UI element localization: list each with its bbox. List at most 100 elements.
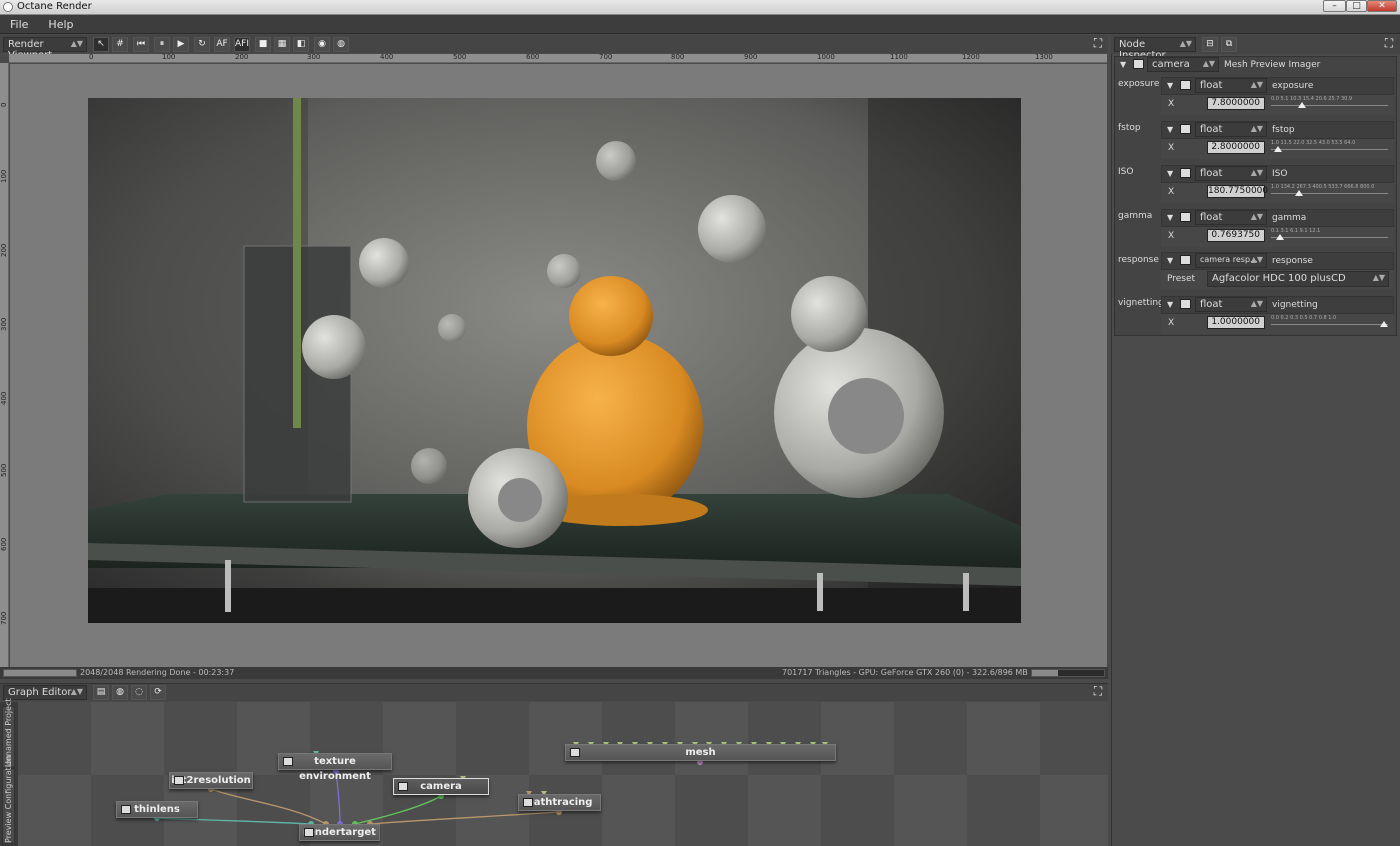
slider-knob[interactable] <box>1276 234 1285 240</box>
load-node-icon[interactable]: ◍ <box>112 685 128 700</box>
param-name: ISO <box>1272 169 1288 179</box>
param-type-select[interactable]: float ▲▼ <box>1195 166 1267 181</box>
exposure-input[interactable]: 7.8000000 <box>1207 97 1265 110</box>
axis-label: X <box>1168 143 1175 153</box>
node-mesh[interactable]: mesh <box>565 744 836 761</box>
restart-render-icon[interactable]: ⏮ <box>133 37 149 52</box>
maximize-viewport-icon[interactable]: ⛶ <box>1090 37 1106 52</box>
iso-slider[interactable]: 1.0 134.2 267.3 400.5 533.7 666.8 800.0 <box>1271 184 1388 196</box>
collapse-triangle-icon[interactable]: ▼ <box>1120 60 1126 69</box>
rendertarget-node-icon <box>304 828 314 837</box>
collapse-triangle-icon[interactable]: ▼ <box>1167 256 1173 265</box>
pathtracing-node-icon <box>523 798 533 807</box>
ruler-tick-label: 400 <box>0 391 8 405</box>
collapse-triangle-icon[interactable]: ▼ <box>1167 213 1173 222</box>
param-type-select[interactable]: float ▲▼ <box>1195 297 1267 312</box>
alpha-icon[interactable]: ◧ <box>293 37 309 52</box>
node-int2resolution[interactable]: int2resolution <box>169 772 253 789</box>
gamma-slider[interactable]: 0.1 3.1 6.1 9.1 12.1 <box>1271 228 1388 240</box>
param-name: fstop <box>1272 125 1295 135</box>
slider-knob[interactable] <box>1380 321 1388 327</box>
gamma-input[interactable]: 0.7693750 <box>1207 229 1265 242</box>
render-status-text: 2048/2048 Rendering Done - 00:23:37 <box>80 668 235 677</box>
save-node-icon[interactable]: ◌ <box>131 685 147 700</box>
menu-bar: File Help <box>0 15 1400 34</box>
node-label: mesh <box>685 747 716 758</box>
collapse-triangle-icon[interactable]: ▼ <box>1167 300 1173 309</box>
refresh-icon[interactable]: ↻ <box>194 37 210 52</box>
graph-panel-label: Graph Editor <box>8 687 72 698</box>
graph-panel-select[interactable]: Graph Editor ▲▼ <box>3 685 87 700</box>
memory-usage-bar <box>1031 669 1105 677</box>
autofocus-button[interactable]: AF <box>214 37 230 52</box>
param-type-select[interactable]: float ▲▼ <box>1195 210 1267 225</box>
node-pathtracing[interactable]: pathtracing <box>518 794 601 811</box>
node-texture-environment[interactable]: texture environment <box>278 753 392 782</box>
minimize-button[interactable]: – <box>1323 0 1346 12</box>
exposure-slider[interactable]: 0.0 5.1 10.3 15.4 20.6 25.7 30.9 <box>1271 96 1388 108</box>
save-render-icon[interactable]: ◉ <box>314 37 330 52</box>
resolution-node-icon <box>174 776 184 785</box>
ruler-tick-label: 500 <box>0 463 8 477</box>
slider-ticks: 1.0 11.5 22.0 32.5 43.0 53.5 64.0 <box>1271 140 1356 146</box>
fstop-slider[interactable]: 1.0 11.5 22.0 32.5 43.0 53.5 64.0 <box>1271 140 1388 152</box>
node-camera[interactable]: camera <box>393 778 489 795</box>
node-thinlens[interactable]: thinlens <box>116 801 198 818</box>
pause-render-icon[interactable]: ⏸ <box>154 37 170 52</box>
chevron-down-icon: ▲▼ <box>1250 80 1263 89</box>
vertical-ruler: 0 100 200 300 400 500 600 700 <box>0 63 9 667</box>
slider-knob[interactable] <box>1298 102 1307 108</box>
grid-tool-icon[interactable]: # <box>112 37 128 52</box>
float-icon <box>1180 80 1191 90</box>
param-label-iso: ISO <box>1118 167 1134 177</box>
vignetting-input[interactable]: 1.0000000 <box>1207 316 1265 329</box>
close-button[interactable]: ✕ <box>1367 0 1397 12</box>
rendered-image[interactable] <box>88 98 1021 623</box>
maximize-button[interactable]: □ <box>1346 0 1367 12</box>
start-render-icon[interactable]: ▶ <box>173 37 189 52</box>
expand-all-icon[interactable]: ⊟ <box>1202 37 1218 52</box>
node-rendertarget[interactable]: rendertarget <box>299 824 380 841</box>
display-mode-icon[interactable]: ■ <box>255 37 271 52</box>
checker-icon[interactable]: ▦ <box>274 37 290 52</box>
render-progress-fill <box>4 670 76 676</box>
node-type-select[interactable]: camera ▲▼ <box>1147 57 1219 72</box>
iso-input[interactable]: 180.7750000 <box>1207 185 1268 198</box>
vignetting-slider[interactable]: 0.0 0.2 0.3 0.5 0.7 0.8 1.0 <box>1271 315 1388 327</box>
render-region-icon[interactable]: ◍ <box>333 37 349 52</box>
new-node-icon[interactable]: ▤ <box>93 685 109 700</box>
slider-knob[interactable] <box>1294 190 1303 196</box>
maximize-graph-icon[interactable]: ⛶ <box>1090 685 1106 700</box>
chevron-down-icon: ▲▼ <box>1202 59 1215 68</box>
collapse-triangle-icon[interactable]: ▼ <box>1167 125 1173 134</box>
response-preset-select[interactable]: Agfacolor HDC 100 plusCD ▲▼ <box>1207 271 1389 287</box>
preset-label: Preset <box>1167 274 1196 284</box>
slider-knob[interactable] <box>1274 146 1283 152</box>
render-status-bar: 2048/2048 Rendering Done - 00:23:37 7017… <box>0 667 1108 679</box>
collapse-triangle-icon[interactable]: ▼ <box>1167 81 1173 90</box>
axis-label: X <box>1168 231 1175 241</box>
tab-preview-configuration[interactable]: Preview Configuration <box>2 755 15 844</box>
maximize-inspector-icon[interactable]: ⛶ <box>1381 37 1397 52</box>
mesh-node-icon <box>570 748 580 757</box>
collapse-triangle-icon[interactable]: ▼ <box>1167 169 1173 178</box>
fstop-input[interactable]: 2.8000000 <box>1207 141 1265 154</box>
param-type-select[interactable]: float ▲▼ <box>1195 78 1267 93</box>
viewport-panel-select[interactable]: Render Viewport▲▼ <box>3 37 87 61</box>
node-label: thinlens <box>134 804 180 815</box>
autofocus-picker-button[interactable]: AFI <box>234 37 250 52</box>
menu-file[interactable]: File <box>0 15 38 31</box>
param-type-value: camera resp... <box>1200 255 1258 264</box>
inspector-panel-select[interactable]: Node Inspector▲▼ <box>1114 37 1196 61</box>
param-type-select[interactable]: camera resp... ▲▼ <box>1195 253 1267 268</box>
slider-ticks: 0.0 0.2 0.3 0.5 0.7 0.8 1.0 <box>1271 315 1337 321</box>
param-type-select[interactable]: float ▲▼ <box>1195 122 1267 137</box>
gpu-status-text: 701717 Triangles - GPU: GeForce GTX 260 … <box>782 668 1073 677</box>
ruler-tick-label: 900 <box>744 53 758 61</box>
render-node-icon[interactable]: ⟳ <box>150 685 166 700</box>
menu-help[interactable]: Help <box>38 15 83 31</box>
collapse-all-icon[interactable]: ⧉ <box>1221 37 1237 52</box>
ruler-tick-label: 700 <box>599 53 613 61</box>
chevron-down-icon: ▲▼ <box>1179 39 1192 48</box>
select-tool-icon[interactable]: ↖ <box>93 37 109 52</box>
